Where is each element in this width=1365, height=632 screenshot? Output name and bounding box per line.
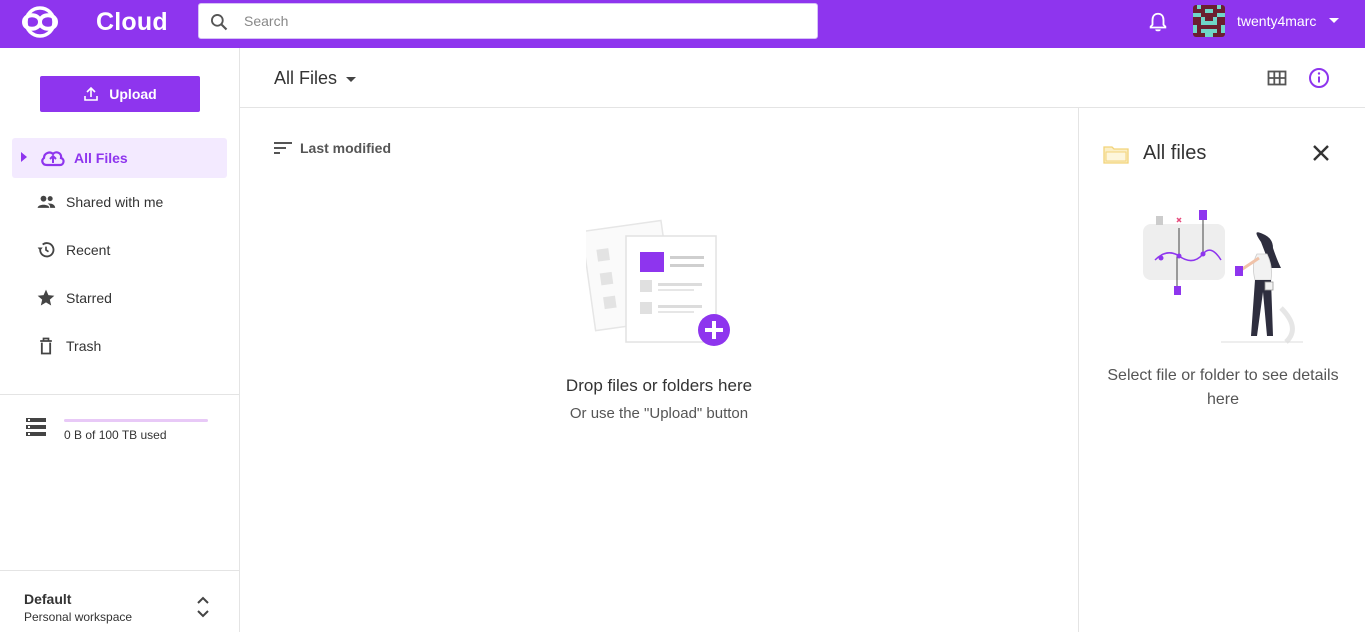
sidebar-item-recent[interactable]: Recent	[12, 230, 227, 270]
breadcrumb[interactable]: All Files	[274, 68, 361, 89]
info-icon[interactable]	[1308, 67, 1330, 89]
star-icon	[37, 289, 55, 306]
app-logo[interactable]: Cloud	[20, 4, 168, 40]
toolbar: All Files	[240, 48, 1365, 108]
upload-label: Upload	[109, 86, 157, 102]
trash-icon	[40, 337, 52, 355]
cloud-upload-icon	[41, 151, 65, 167]
empty-folder-illustration	[586, 219, 730, 346]
details-message: Select file or folder to see details her…	[1107, 367, 1339, 408]
search-input[interactable]	[244, 4, 804, 38]
details-panel: All files Select file or folder to see d…	[1078, 108, 1365, 632]
sidebar-item-starred[interactable]: Starred	[12, 278, 227, 318]
sidebar-item-shared-with-me[interactable]: Shared with me	[12, 182, 227, 222]
app-name: Cloud	[96, 7, 168, 36]
empty-state-title: Drop files or folders here	[565, 376, 753, 395]
sort-control[interactable]: Last modified	[274, 140, 391, 156]
details-title: All files	[1143, 142, 1207, 164]
divider	[0, 570, 239, 571]
logo-icon	[21, 6, 59, 38]
empty-details-illustration	[1143, 210, 1303, 344]
storage-usage-text: 0 B of 100 TB used	[64, 428, 167, 442]
workspace-type: Personal workspace	[24, 610, 133, 624]
sort-label: Last modified	[300, 140, 392, 156]
notifications-bell-icon[interactable]	[1147, 10, 1169, 34]
sidebar-item-label: Trash	[66, 338, 102, 354]
upload-icon	[84, 86, 99, 101]
search-icon	[211, 14, 228, 31]
sidebar-item-label: Recent	[66, 242, 111, 258]
caret-right-icon	[21, 152, 27, 162]
caret-down-icon	[346, 76, 357, 82]
grid-view-icon[interactable]	[1267, 68, 1287, 88]
upload-button[interactable]: Upload	[40, 76, 200, 112]
storage-progress-bar	[64, 419, 208, 422]
username[interactable]: twenty4marc	[1237, 13, 1316, 29]
sidebar-item-label: Shared with me	[66, 194, 164, 210]
empty-state-subtitle: Or use the "Upload" button	[569, 405, 749, 422]
sidebar-item-all-files[interactable]: All Files	[12, 138, 227, 178]
close-icon[interactable]	[1311, 143, 1331, 163]
top-bar: Cloud twenty4marc	[0, 0, 1365, 48]
workspace-name[interactable]: Default	[24, 591, 71, 607]
sort-icon	[274, 142, 292, 154]
sidebar-item-label: All Files	[74, 150, 128, 166]
people-icon	[37, 195, 56, 208]
workspace-switch-icon[interactable]	[194, 594, 212, 620]
avatar[interactable]	[1193, 5, 1225, 37]
breadcrumb-current: All Files	[274, 68, 338, 88]
storage-icon	[26, 418, 46, 436]
sidebar-item-label: Starred	[66, 290, 112, 306]
sidebar: Upload All Files Shared with me Recent S…	[0, 48, 240, 632]
caret-down-icon[interactable]	[1326, 12, 1342, 28]
history-icon	[37, 242, 55, 258]
search-bar	[198, 3, 818, 39]
main-content: All Files Last modified Drop files or fo…	[240, 48, 1365, 632]
folder-icon	[1103, 146, 1129, 164]
divider	[0, 394, 239, 395]
sidebar-item-trash[interactable]: Trash	[12, 326, 227, 366]
